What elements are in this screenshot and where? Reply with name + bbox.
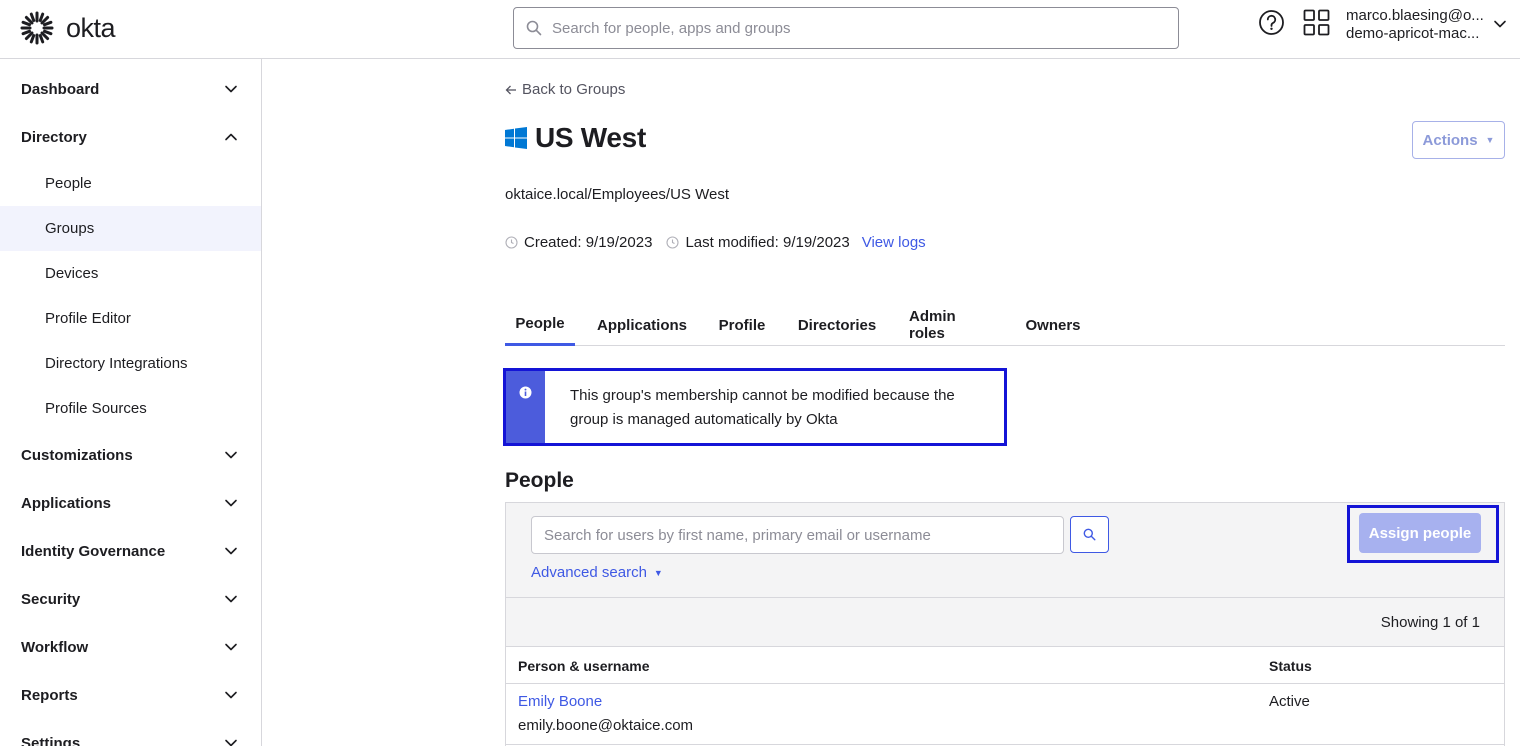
people-toolbar: Advanced search ▼ Assign people xyxy=(506,503,1504,597)
tab-admin-roles[interactable]: Admin roles xyxy=(909,304,991,346)
people-panel: Advanced search ▼ Assign people Showing … xyxy=(505,502,1505,746)
back-to-groups-link[interactable]: Back to Groups xyxy=(505,81,625,98)
nav-section-label: Workflow xyxy=(21,638,89,656)
chevron-down-icon xyxy=(225,547,237,555)
nav-section-label: Settings xyxy=(21,734,81,746)
nav-section-applications[interactable]: Applications xyxy=(0,483,261,523)
tab-profile[interactable]: Profile xyxy=(719,304,766,346)
people-section-heading: People xyxy=(505,469,574,492)
person-name-link[interactable]: Emily Boone xyxy=(518,693,602,710)
tab-owners[interactable]: Owners xyxy=(1025,304,1081,346)
okta-sunburst-icon xyxy=(20,11,54,45)
nav-section-label: Dashboard xyxy=(21,80,100,98)
user-menu[interactable]: marco.blaesing@o... demo-apricot-mac... xyxy=(1346,7,1484,43)
logo-text: okta xyxy=(66,12,116,43)
global-search[interactable] xyxy=(513,7,1179,49)
assign-people-button[interactable]: Assign people xyxy=(1359,513,1481,553)
help-icon[interactable] xyxy=(1258,9,1285,36)
created-date: Created: 9/19/2023 xyxy=(524,234,653,251)
nav-section-security[interactable]: Security xyxy=(0,579,261,619)
back-link-label: Back to Groups xyxy=(522,81,626,98)
group-path: oktaice.local/Employees/US West xyxy=(505,186,729,203)
chevron-down-icon xyxy=(225,499,237,507)
user-org: demo-apricot-mac... xyxy=(1346,25,1480,42)
sidebar-item-people[interactable]: People xyxy=(0,161,261,206)
chevron-down-icon[interactable] xyxy=(1493,17,1507,31)
advanced-search-toggle[interactable]: Advanced search ▼ xyxy=(531,564,663,581)
user-search-button[interactable] xyxy=(1070,516,1109,553)
nav-section-label: Directory xyxy=(21,128,87,146)
callout-message: This group's membership cannot be modifi… xyxy=(570,387,955,428)
okta-logo[interactable]: okta xyxy=(20,11,116,45)
results-count: Showing 1 of 1 xyxy=(1380,614,1480,631)
search-icon xyxy=(526,20,542,36)
clock-icon xyxy=(666,236,679,249)
arrow-left-icon xyxy=(505,85,516,94)
column-header-person: Person & username xyxy=(518,658,650,674)
nav-section-label: Applications xyxy=(21,494,112,512)
group-tabs: People Applications Profile Directories … xyxy=(505,304,1505,346)
last-modified-date: Last modified: 9/19/2023 xyxy=(685,234,850,251)
nav-section-customizations[interactable]: Customizations xyxy=(0,435,261,475)
assign-people-highlight: Assign people xyxy=(1347,505,1499,563)
view-logs-link[interactable]: View logs xyxy=(862,234,926,251)
sidebar-item-groups[interactable]: Groups xyxy=(0,206,261,251)
chevron-down-icon xyxy=(225,595,237,603)
table-row: Emily Boone emily.boone@oktaice.com Acti… xyxy=(506,684,1504,745)
info-callout: This group's membership cannot be modifi… xyxy=(503,368,1007,446)
nav-section-reports[interactable]: Reports xyxy=(0,675,261,715)
user-search-input[interactable] xyxy=(544,526,1051,544)
nav-section-workflow[interactable]: Workflow xyxy=(0,627,261,667)
nav-section-label: Security xyxy=(21,590,81,608)
nav-section-settings[interactable]: Settings xyxy=(0,723,261,746)
sidebar-item-devices[interactable]: Devices xyxy=(0,251,261,296)
chevron-down-icon xyxy=(225,739,237,746)
sidebar-item-directory-integrations[interactable]: Directory Integrations xyxy=(0,341,261,386)
caret-down-icon: ▼ xyxy=(653,567,663,578)
group-meta: Created: 9/19/2023 Last modified: 9/19/2… xyxy=(505,234,926,251)
nav-section-dashboard[interactable]: Dashboard xyxy=(0,69,261,109)
tab-applications[interactable]: Applications xyxy=(597,304,687,346)
sidebar-item-profile-sources[interactable]: Profile Sources xyxy=(0,386,261,431)
results-count-row: Showing 1 of 1 xyxy=(506,597,1504,646)
global-search-input[interactable] xyxy=(552,19,1152,37)
page-title: US West xyxy=(505,122,646,154)
chevron-down-icon xyxy=(225,451,237,459)
group-name: US West xyxy=(535,122,646,153)
chevron-down-icon xyxy=(225,643,237,651)
actions-label: Actions xyxy=(1422,131,1478,149)
user-search-field[interactable] xyxy=(531,516,1064,554)
clock-icon xyxy=(505,236,518,249)
sidebar-item-profile-editor[interactable]: Profile Editor xyxy=(0,296,261,341)
tab-people[interactable]: People xyxy=(505,304,575,346)
caret-down-icon: ▼ xyxy=(1485,135,1495,145)
advanced-search-label: Advanced search xyxy=(531,564,647,581)
user-email: marco.blaesing@o... xyxy=(1346,7,1484,24)
callout-bar xyxy=(506,371,545,443)
tab-directories[interactable]: Directories xyxy=(798,304,876,346)
nav-section-label: Identity Governance xyxy=(21,542,166,560)
windows-logo-icon xyxy=(505,127,527,149)
chevron-up-icon xyxy=(225,133,237,141)
person-status: Active xyxy=(1269,693,1310,710)
chevron-down-icon xyxy=(225,691,237,699)
info-icon xyxy=(519,386,532,399)
nav-section-directory[interactable]: Directory xyxy=(0,117,261,157)
app-grid-icon[interactable] xyxy=(1303,9,1330,36)
nav-section-identity-governance[interactable]: Identity Governance xyxy=(0,531,261,571)
table-header: Person & username Status xyxy=(506,646,1504,684)
sidebar-nav: Dashboard Directory People Groups Device… xyxy=(0,59,262,746)
nav-section-label: Customizations xyxy=(21,446,133,464)
top-bar: okta marco.blaesing@o... demo-apricot-ma… xyxy=(0,0,1520,59)
search-icon xyxy=(1083,528,1096,541)
nav-section-label: Reports xyxy=(21,686,78,704)
column-header-status: Status xyxy=(1269,658,1312,674)
person-username: emily.boone@oktaice.com xyxy=(518,717,694,734)
chevron-down-icon xyxy=(225,85,237,93)
actions-button[interactable]: Actions ▼ xyxy=(1412,121,1505,159)
